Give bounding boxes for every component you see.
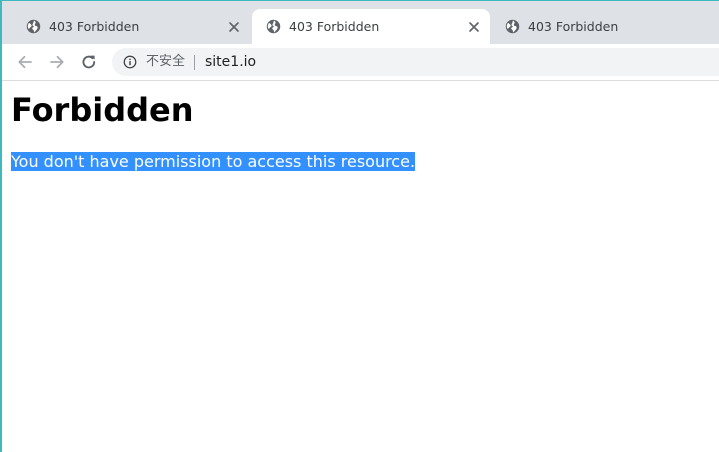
url-text[interactable]: site1.io xyxy=(205,54,256,70)
omnibox-divider xyxy=(194,55,195,70)
close-tab-icon[interactable] xyxy=(466,19,482,35)
back-arrow-icon[interactable] xyxy=(15,52,35,72)
page-content: Forbidden You don't have permission to a… xyxy=(2,81,719,452)
selected-message-text: You don't have permission to access this… xyxy=(11,152,416,171)
tab-title: 403 Forbidden xyxy=(49,19,140,34)
security-label[interactable]: 不安全 xyxy=(146,54,185,70)
reload-icon[interactable] xyxy=(79,52,99,72)
info-icon[interactable] xyxy=(123,55,137,69)
globe-icon xyxy=(505,19,520,34)
page-heading: Forbidden xyxy=(11,91,194,129)
close-tab-icon[interactable] xyxy=(226,19,242,35)
browser-window: 403 Forbidden 403 Forbidden 403 Forbidde… xyxy=(0,0,719,452)
tab-title: 403 Forbidden xyxy=(289,19,380,34)
page-message: You don't have permission to access this… xyxy=(11,152,416,172)
address-bar[interactable]: 不安全 site1.io xyxy=(112,48,719,76)
tab-2-active[interactable]: 403 Forbidden xyxy=(252,9,490,44)
tab-1[interactable]: 403 Forbidden xyxy=(12,9,250,44)
globe-icon xyxy=(26,19,41,34)
tab-strip: 403 Forbidden 403 Forbidden 403 Forbidde… xyxy=(2,1,719,44)
tab-3[interactable]: 403 Forbidden xyxy=(491,9,719,44)
forward-arrow-icon[interactable] xyxy=(47,52,67,72)
globe-icon xyxy=(266,19,281,34)
tab-title: 403 Forbidden xyxy=(528,19,619,34)
toolbar: 不安全 site1.io xyxy=(2,44,719,81)
